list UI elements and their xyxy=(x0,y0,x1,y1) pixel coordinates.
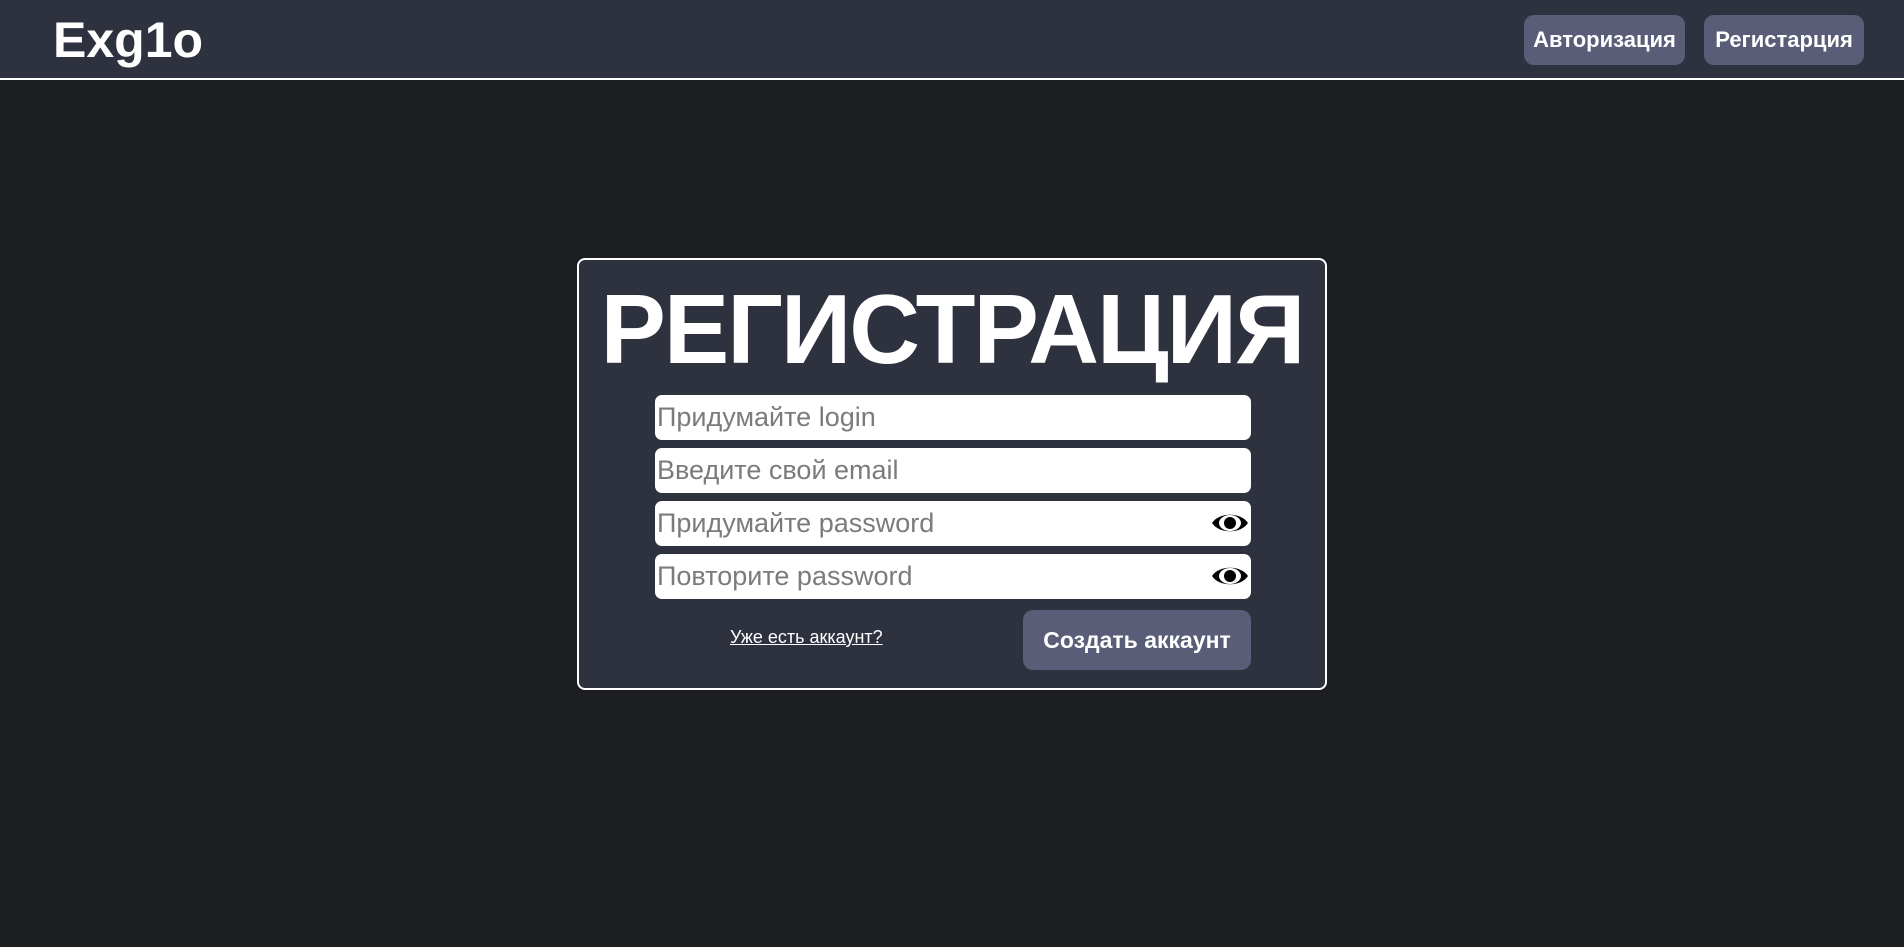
password-repeat-input[interactable] xyxy=(655,554,1251,599)
password-repeat-field-wrapper xyxy=(655,554,1251,599)
nav-login-button[interactable]: Авторизация xyxy=(1524,15,1685,65)
eye-icon[interactable] xyxy=(1211,562,1249,590)
create-account-button[interactable]: Создать аккаунт xyxy=(1023,610,1251,670)
registration-card: РЕГИСТРАЦИЯ Уже есть аккаунт? Создать ак… xyxy=(577,258,1327,690)
nav-register-button[interactable]: Регистарция xyxy=(1704,15,1864,65)
login-input[interactable] xyxy=(655,395,1251,440)
password-input[interactable] xyxy=(655,501,1251,546)
registration-title: РЕГИСТРАЦИЯ xyxy=(600,274,1306,384)
top-header: Exg1o Авторизация Регистарция xyxy=(0,0,1904,80)
have-account-link[interactable]: Уже есть аккаунт? xyxy=(730,627,883,648)
login-field-wrapper xyxy=(655,395,1251,440)
password-field-wrapper xyxy=(655,501,1251,546)
email-input[interactable] xyxy=(655,448,1251,493)
site-logo[interactable]: Exg1o xyxy=(53,11,203,69)
email-field-wrapper xyxy=(655,448,1251,493)
eye-icon[interactable] xyxy=(1211,509,1249,537)
